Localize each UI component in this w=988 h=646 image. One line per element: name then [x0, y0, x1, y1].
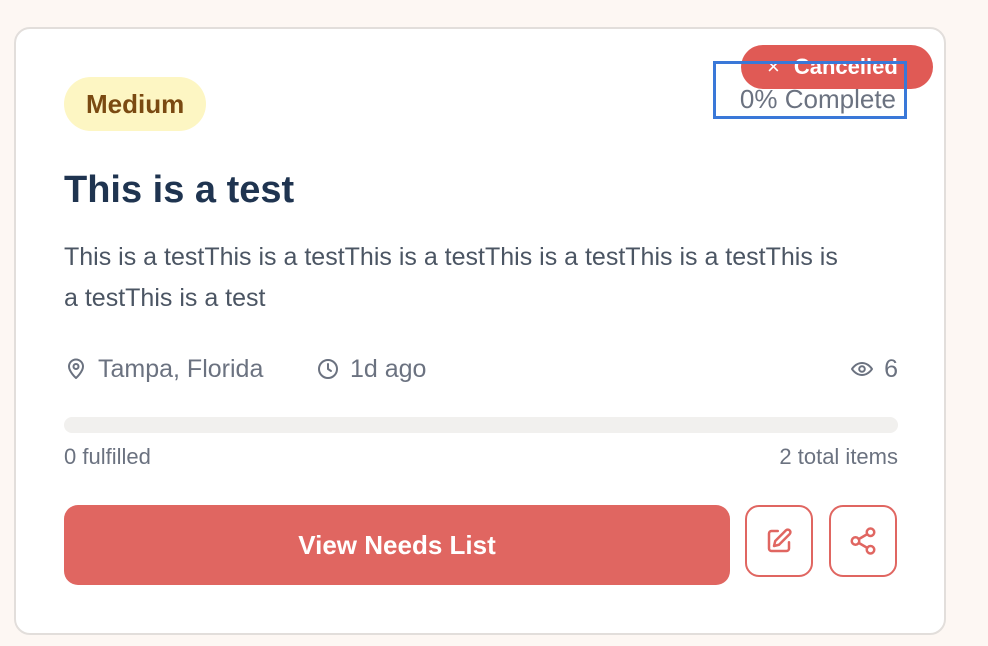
share-button[interactable] — [829, 505, 897, 577]
location-text: Tampa, Florida — [98, 355, 264, 383]
eye-icon — [851, 362, 874, 376]
view-needs-list-button[interactable]: View Needs List — [64, 505, 730, 585]
request-card: Medium × Cancelled 0% Complete This is a … — [14, 27, 946, 635]
edit-button[interactable] — [745, 505, 813, 577]
share-icon — [850, 527, 876, 555]
clock-icon — [318, 359, 338, 379]
location: Tampa, Florida — [64, 349, 263, 389]
fulfilled-count: 0 fulfilled — [64, 444, 151, 469]
view-count: 6 — [850, 349, 898, 389]
posted-time: 1d ago — [316, 349, 426, 389]
card-title: This is a test — [64, 169, 295, 211]
card-meta: Tampa, Florida 1d ago 6 — [64, 349, 898, 389]
focus-highlight — [713, 61, 907, 119]
fulfillment-counts: 0 fulfilled 2 total items — [64, 443, 898, 471]
priority-badge: Medium — [64, 77, 207, 131]
map-pin-icon — [68, 358, 84, 379]
edit-icon — [767, 528, 792, 553]
card-description: This is a testThis is a testThis is a te… — [64, 243, 838, 312]
time-text: 1d ago — [350, 355, 427, 383]
total-items-count: 2 total items — [779, 444, 898, 469]
views-text: 6 — [884, 355, 898, 383]
progress-bar — [64, 417, 898, 433]
